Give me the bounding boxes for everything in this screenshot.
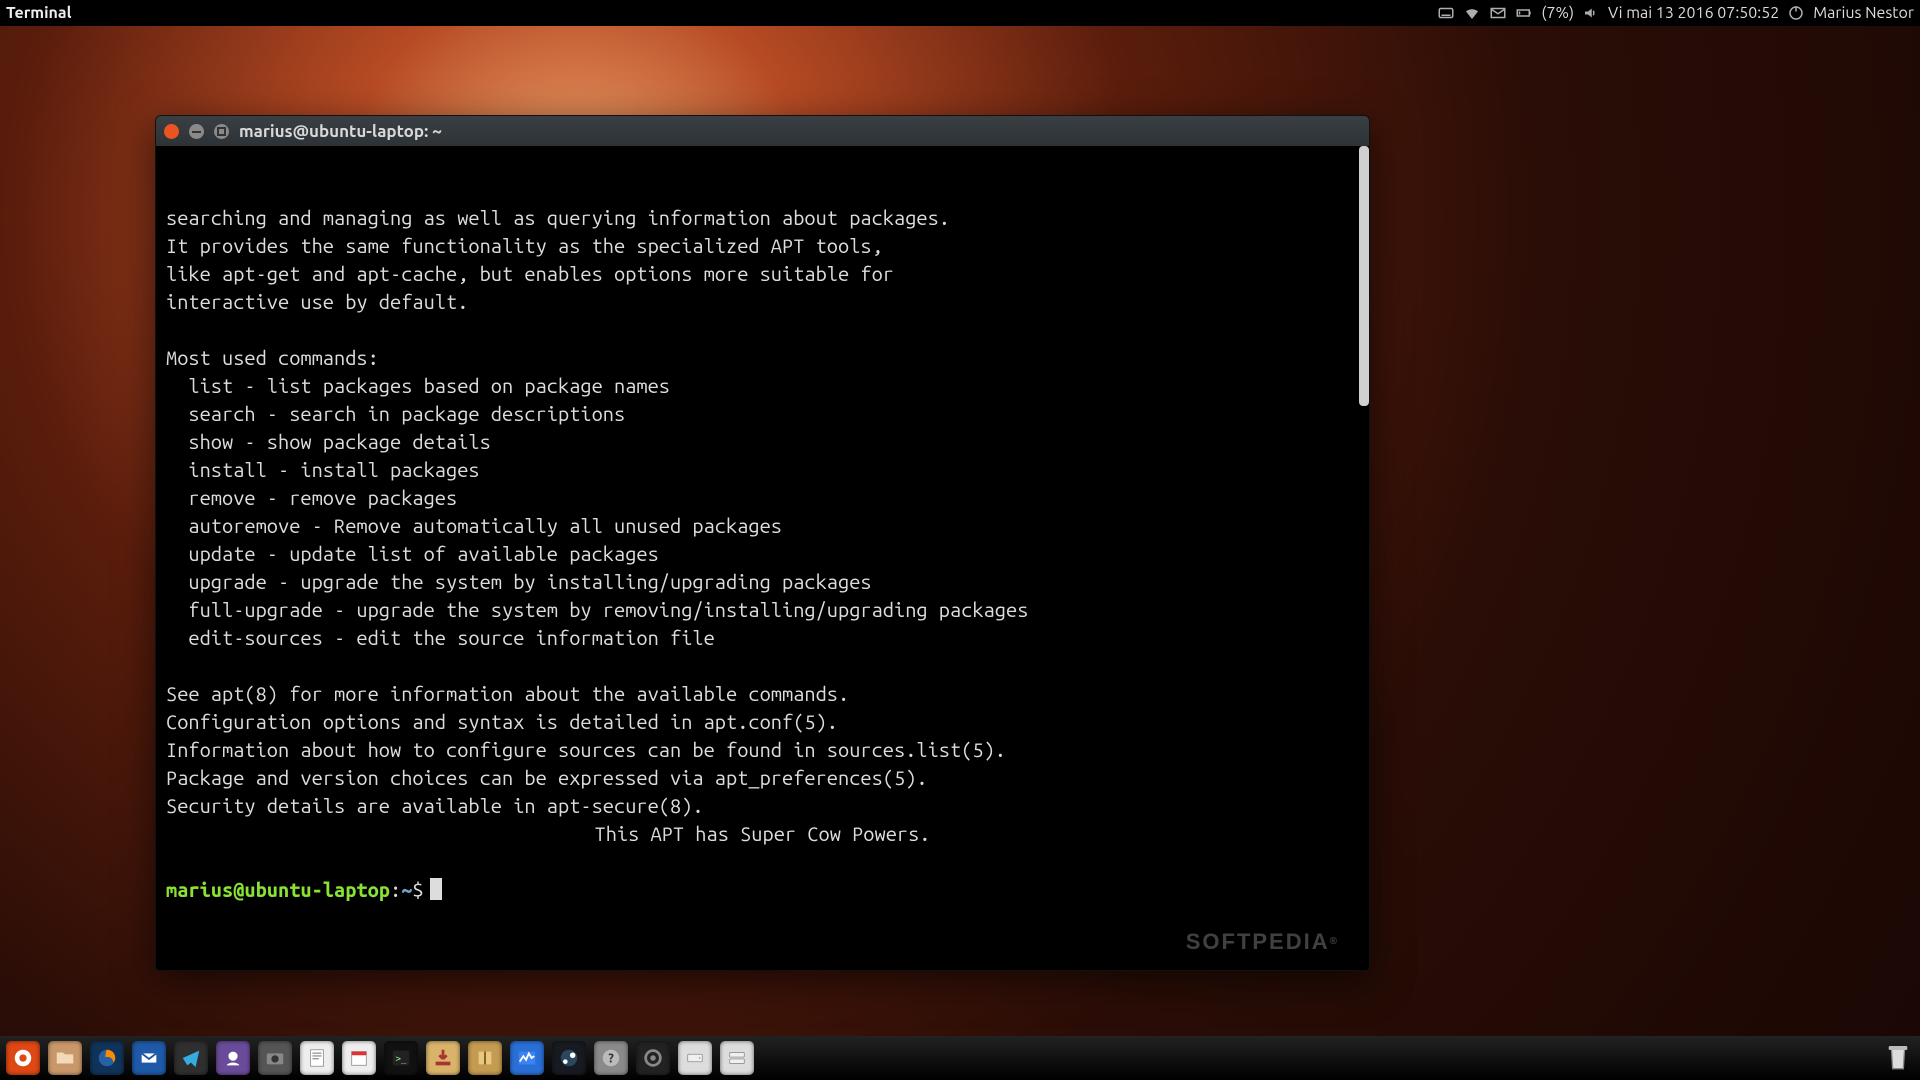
terminal-viewport[interactable]: searching and managing as well as queryi… [156, 146, 1369, 970]
software-installer-icon[interactable] [426, 1041, 460, 1075]
terminal-line: Most used commands: [166, 346, 379, 369]
disk1-icon[interactable] [678, 1041, 712, 1075]
prompt-path: ~ [401, 878, 412, 901]
svg-text:>_: >_ [396, 1054, 408, 1065]
battery-percent: (7%) [1541, 4, 1574, 22]
keyboard-layout-icon[interactable] [1437, 4, 1455, 22]
terminal-line: edit-sources - edit the source informati… [166, 626, 715, 649]
terminal-cursor [430, 878, 442, 900]
softpedia-watermark: SOFTPEDIA® [1186, 928, 1339, 956]
terminal-line: full-upgrade - upgrade the system by rem… [166, 598, 1028, 621]
system-monitor-icon[interactable] [510, 1041, 544, 1075]
window-minimize-button[interactable] [189, 124, 204, 139]
terminal-line: See apt(8) for more information about th… [166, 682, 849, 705]
top-panel: Terminal (7%) Vi mai 13 2016 07:50:52 Ma… [0, 0, 1920, 26]
network-wifi-icon[interactable] [1463, 4, 1481, 22]
steam-icon[interactable] [552, 1041, 586, 1075]
terminal-line: like apt-get and apt-cache, but enables … [166, 262, 894, 285]
prompt-dollar: $ [412, 878, 423, 901]
window-maximize-button[interactable] [214, 124, 229, 139]
active-app-title[interactable]: Terminal [6, 4, 71, 22]
help-icon[interactable]: ? [594, 1041, 628, 1075]
terminal-line: interactive use by default. [166, 290, 468, 313]
text-editor-icon[interactable] [300, 1041, 334, 1075]
window-close-button[interactable] [164, 124, 179, 139]
camera-icon[interactable] [258, 1041, 292, 1075]
terminal-line: It provides the same functionality as th… [166, 234, 883, 257]
prompt-sep: : [390, 878, 401, 901]
terminal-line: remove - remove packages [166, 486, 457, 509]
obs-icon[interactable] [636, 1041, 670, 1075]
archive-manager-icon[interactable] [468, 1041, 502, 1075]
terminal-line: This APT has Super Cow Powers. [166, 820, 1359, 848]
disk2-icon[interactable] [720, 1041, 754, 1075]
prompt-user: marius@ubuntu-laptop [166, 878, 390, 901]
terminal-line: Package and version choices can be expre… [166, 766, 928, 789]
volume-icon[interactable] [1582, 4, 1600, 22]
clock-text[interactable]: Vi mai 13 2016 07:50:52 [1608, 4, 1779, 22]
window-title: marius@ubuntu-laptop: ~ [239, 122, 442, 141]
terminal-window: marius@ubuntu-laptop: ~ searching and ma… [155, 115, 1370, 971]
terminal-icon[interactable]: >_ [384, 1041, 418, 1075]
svg-text:?: ? [608, 1052, 614, 1066]
pidgin-icon[interactable] [216, 1041, 250, 1075]
terminal-line: show - show package details [166, 430, 491, 453]
show-applications-icon[interactable] [6, 1041, 40, 1075]
mail-icon[interactable] [1489, 4, 1507, 22]
thunderbird-icon[interactable] [132, 1041, 166, 1075]
bottom-panel: >_ ? [0, 1036, 1920, 1080]
session-username[interactable]: Marius Nestor [1813, 4, 1914, 22]
terminal-line: upgrade - upgrade the system by installi… [166, 570, 872, 593]
telegram-icon[interactable] [174, 1041, 208, 1075]
system-tray: (7%) Vi mai 13 2016 07:50:52 Marius Nest… [1437, 4, 1914, 22]
window-titlebar[interactable]: marius@ubuntu-laptop: ~ [156, 116, 1369, 146]
terminal-line: autoremove - Remove automatically all un… [166, 514, 782, 537]
terminal-line: list - list packages based on package na… [166, 374, 670, 397]
trash-icon[interactable] [1882, 1042, 1914, 1074]
terminal-line: Security details are available in apt-se… [166, 794, 704, 817]
terminal-line: update - update list of available packag… [166, 542, 659, 565]
terminal-line: searching and managing as well as queryi… [166, 206, 950, 229]
terminal-line: install - install packages [166, 458, 480, 481]
terminal-scrollbar[interactable] [1359, 146, 1369, 406]
power-icon[interactable] [1787, 4, 1805, 22]
files-icon[interactable] [48, 1041, 82, 1075]
calendar-icon[interactable] [342, 1041, 376, 1075]
terminal-line: Information about how to configure sourc… [166, 738, 1006, 761]
terminal-line: search - search in package descriptions [166, 402, 625, 425]
firefox-icon[interactable] [90, 1041, 124, 1075]
battery-icon[interactable] [1515, 4, 1533, 22]
terminal-line: Configuration options and syntax is deta… [166, 710, 838, 733]
